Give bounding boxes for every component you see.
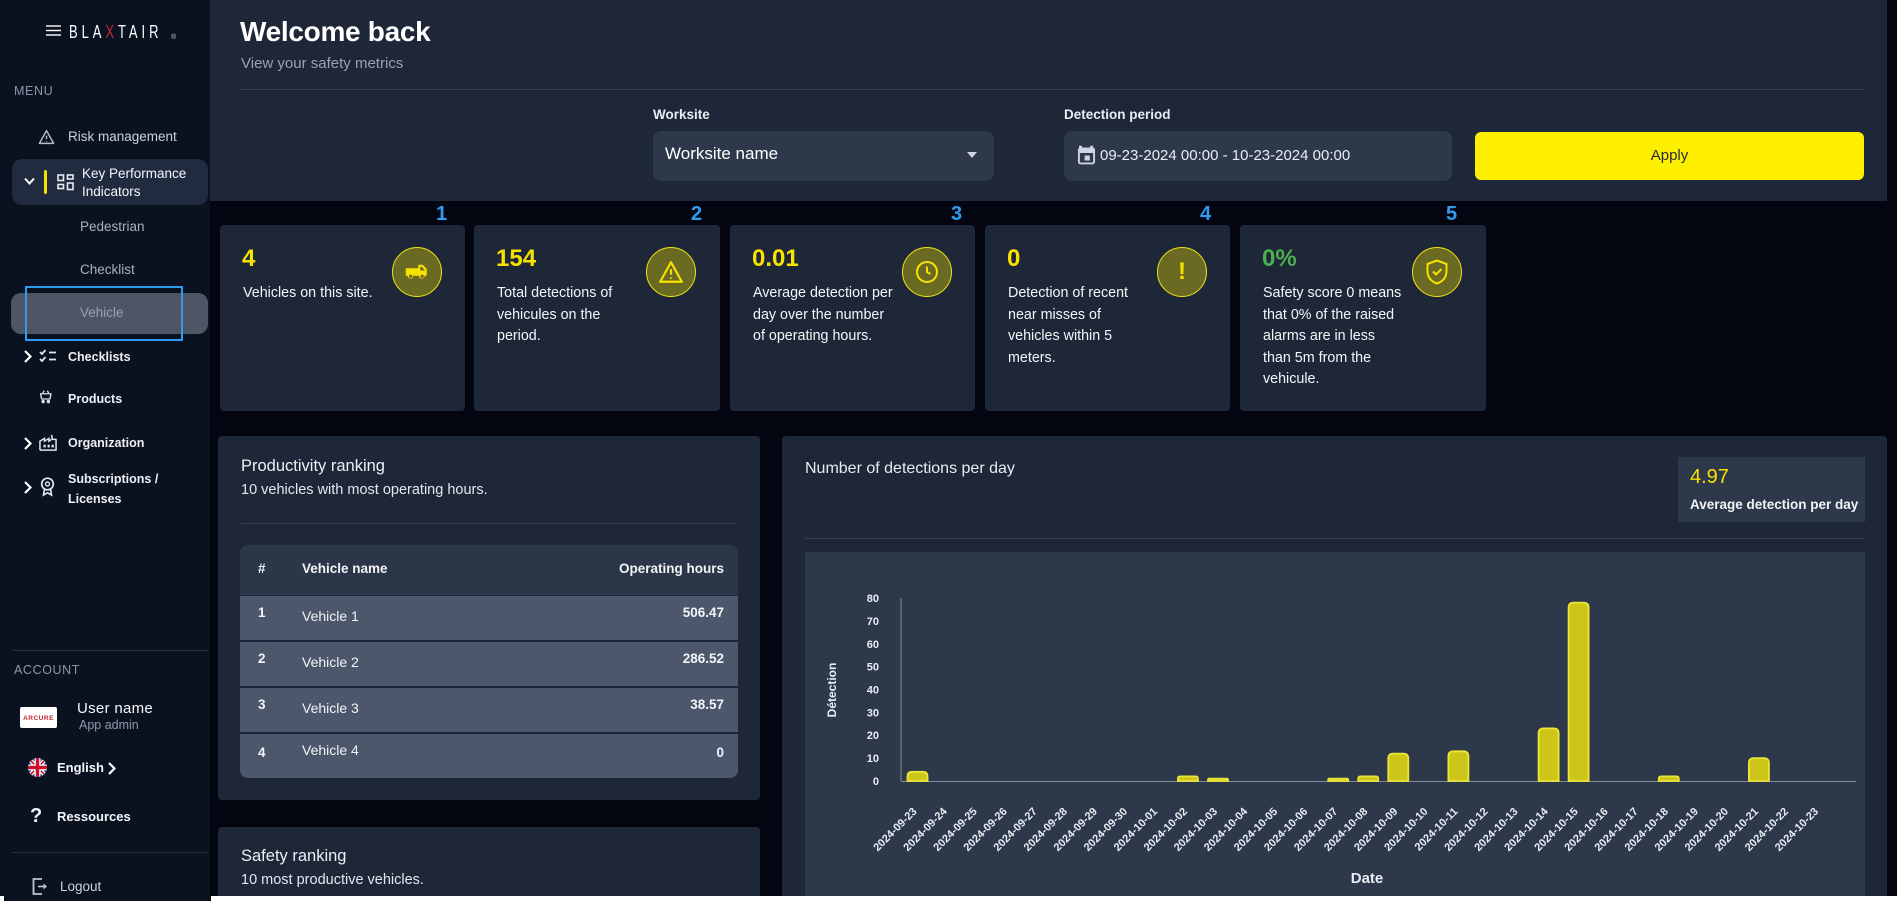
svg-text:40: 40 — [867, 685, 879, 697]
svg-text:50: 50 — [867, 662, 879, 674]
svg-text:70: 70 — [867, 616, 879, 628]
svg-text:30: 30 — [867, 707, 879, 719]
svg-text:10: 10 — [867, 753, 879, 765]
svg-text:Détection: Détection — [825, 663, 839, 718]
svg-text:60: 60 — [867, 639, 879, 651]
svg-text:Date: Date — [1351, 870, 1384, 887]
svg-text:0: 0 — [873, 776, 879, 788]
svg-text:80: 80 — [867, 593, 879, 605]
svg-text:20: 20 — [867, 730, 879, 742]
